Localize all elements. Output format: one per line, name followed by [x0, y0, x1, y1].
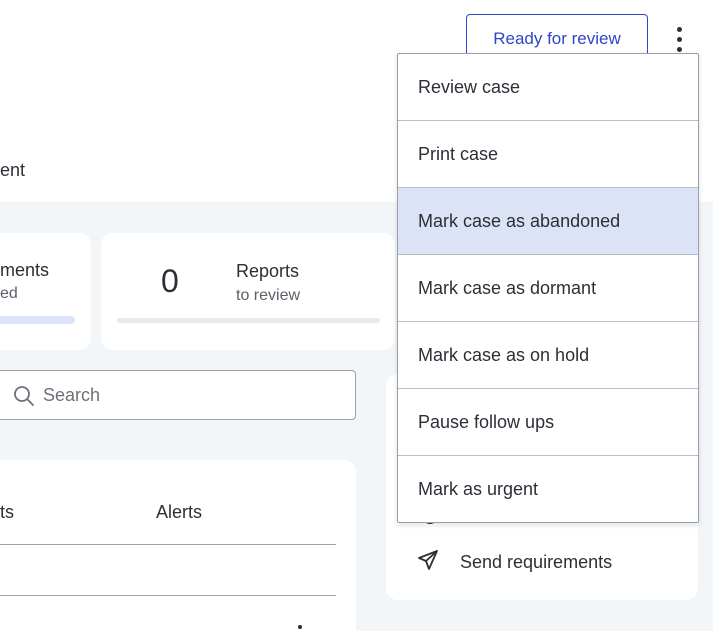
menu-item-mark-dormant[interactable]: Mark case as dormant: [398, 255, 698, 322]
kebab-vertical-icon[interactable]: [664, 22, 694, 56]
send-requirements-label: Send requirements: [460, 552, 613, 572]
stat-card-label: Reports: [236, 261, 300, 281]
search-icon: [13, 385, 35, 412]
row-menu-icon[interactable]: [298, 625, 302, 629]
menu-item-pause-follow-ups[interactable]: Pause follow ups: [398, 389, 698, 456]
menu-item-print-case[interactable]: Print case: [398, 121, 698, 188]
stat-card-progress-bar: [0, 316, 75, 324]
menu-item-mark-on-hold[interactable]: Mark case as on hold: [398, 322, 698, 389]
stat-card-value: 0: [161, 263, 179, 299]
stat-card-reports[interactable]: 0 Reports to review: [101, 233, 395, 350]
send-requirements-action[interactable]: Send requirements: [416, 548, 612, 577]
menu-item-mark-urgent[interactable]: Mark as urgent: [398, 456, 698, 522]
tab-partial-label[interactable]: ent: [0, 160, 25, 181]
case-actions-menu: Review case Print case Mark case as aban…: [397, 53, 699, 523]
stat-card-progress-bar: [117, 318, 380, 323]
stat-card-label: ments: [0, 260, 50, 280]
table-divider: [0, 544, 336, 545]
stat-card-sublabel: to review: [236, 287, 301, 304]
menu-item-mark-abandoned[interactable]: Mark case as abandoned: [398, 188, 698, 255]
search-box: [0, 370, 356, 420]
cases-table: ts Alerts: [0, 460, 356, 631]
column-header-alerts[interactable]: Alerts: [156, 502, 202, 523]
search-input[interactable]: [43, 381, 323, 409]
paper-plane-icon: [416, 548, 440, 577]
table-divider: [0, 595, 336, 596]
menu-item-review-case[interactable]: Review case: [398, 54, 698, 121]
column-header[interactable]: ts: [0, 502, 14, 523]
stat-card-sublabel: ed: [0, 285, 18, 302]
stat-card-documents[interactable]: ments ed: [0, 233, 91, 350]
